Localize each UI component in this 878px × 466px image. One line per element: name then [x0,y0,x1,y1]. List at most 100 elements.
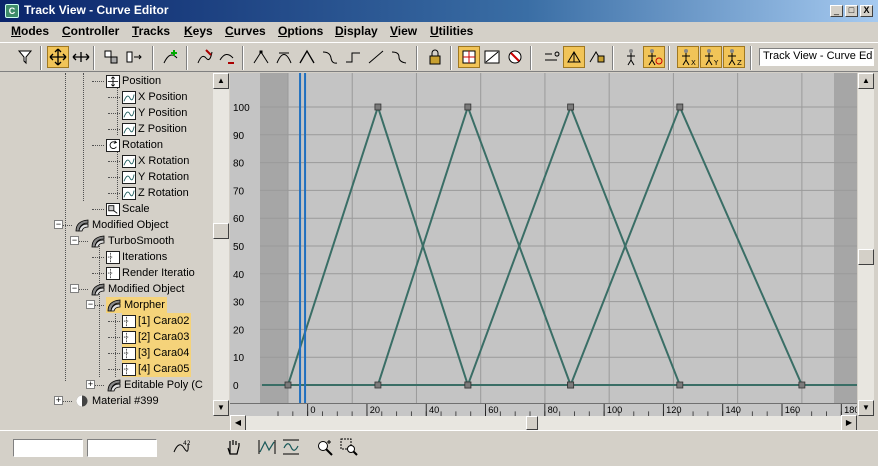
axis-z-icon[interactable]: Z [723,46,745,68]
tangent-step-icon[interactable] [342,46,364,68]
maximize-button[interactable]: □ [845,5,858,17]
axis-x-icon[interactable]: X [677,46,699,68]
curve-icon [122,90,136,104]
tree-item[interactable]: Material #399 [74,393,161,407]
pan-icon[interactable] [222,436,244,458]
menu-controller[interactable]: Controller [62,24,119,38]
y-tick-label: 30 [233,298,245,309]
curve-graph[interactable]: 0 10 20 30 40 50 60 70 80 90 100 [230,73,857,403]
menu-view[interactable]: View [390,24,417,38]
tree-item[interactable]: Scale [106,201,152,217]
tree-item[interactable]: X Position [122,89,190,105]
tree-scroll-thumb[interactable] [213,223,229,239]
scroll-right-icon[interactable]: ▶ [841,415,857,431]
zoom-icon[interactable] [314,436,336,458]
toolbar-separator [668,46,670,70]
tangent-linear-icon[interactable] [365,46,387,68]
zoom-value-extents-icon[interactable] [280,436,302,458]
tangent-slow-icon[interactable] [319,46,341,68]
menu-tracks[interactable]: Tracks [132,24,170,38]
view-name-field[interactable]: Track View - Curve Editor [759,48,874,66]
scale-keys-icon[interactable] [123,46,145,68]
menu-display[interactable]: Display [335,24,378,38]
scroll-left-icon[interactable]: ◀ [230,415,246,431]
scroll-up-icon[interactable]: ▲ [213,73,229,89]
ik-chain-icon[interactable] [620,46,642,68]
show-selected-key-stats-icon[interactable]: 42 [170,436,192,458]
collapse-icon[interactable]: − [86,300,95,309]
menu-curves[interactable]: Curves [225,24,266,38]
tree-item[interactable]: Modified Object [74,217,170,233]
tree-item[interactable]: [2] Cara03 [122,329,192,345]
curve-icon [122,106,136,120]
tree-item[interactable]: Y Rotation [122,169,191,185]
tree-item[interactable]: [3] Cara04 [122,345,192,361]
tree-item[interactable]: [4] Cara05 [122,361,192,377]
graph-scroll-thumb[interactable] [858,249,874,265]
graph-horizontal-scrollbar[interactable]: ◀ ▶ [230,415,857,431]
tree-item[interactable]: X Rotation [122,153,191,169]
key-time-field[interactable] [13,439,83,457]
tree-item[interactable]: TurboSmooth [90,233,176,249]
tangent-custom-icon[interactable] [273,46,295,68]
tangent-auto-icon[interactable] [250,46,272,68]
zoom-region-icon[interactable] [338,436,360,458]
tree-item[interactable]: [1] Cara02 [122,313,192,329]
expand-icon[interactable]: + [86,380,95,389]
menu-options[interactable]: Options [278,24,323,38]
tree-item[interactable]: Iterations [106,249,169,265]
tree-vertical-scrollbar[interactable]: ▲ ▼ [213,73,229,416]
tree-item[interactable]: Position [106,73,163,89]
app-icon[interactable]: C [5,4,19,18]
expand-icon[interactable]: + [54,396,63,405]
toolbar-separator [40,46,42,70]
lock-tangents-icon[interactable] [504,46,526,68]
menu-utilities[interactable]: Utilities [430,24,473,38]
toolbar-separator [93,46,95,70]
tree-item[interactable]: Y Position [122,105,189,121]
slide-keys-icon[interactable] [100,46,122,68]
controller-tree[interactable]: Position X Position Y Position Z Position Ro… [5,73,213,407]
collapse-icon[interactable]: − [70,284,79,293]
tree-item[interactable]: Rotation [106,137,165,153]
tree-item[interactable]: Render Iteratio [106,265,197,281]
close-button[interactable]: X [860,5,873,17]
scroll-down-icon[interactable]: ▼ [858,400,874,416]
tree-item[interactable]: Editable Poly (C [106,377,205,393]
draw-curves-icon[interactable] [194,46,216,68]
lock-selection-icon[interactable] [424,46,446,68]
show-all-tangents-icon[interactable] [563,46,585,68]
minimize-button[interactable]: _ [830,5,843,17]
reduce-keys-icon[interactable] [216,46,238,68]
move-keys-icon[interactable] [47,46,69,68]
tree-item[interactable]: Morpher [106,297,167,313]
tree-item[interactable]: Modified Object [90,281,186,297]
scroll-up-icon[interactable]: ▲ [858,73,874,89]
filter-icon[interactable] [15,46,37,68]
tangent-fast-icon[interactable] [296,46,318,68]
tangent-smooth-icon[interactable] [388,46,410,68]
show-keyable-icons-icon[interactable] [540,46,562,68]
ik-chain-select-icon[interactable] [643,46,665,68]
menu-keys[interactable]: Keys [184,24,213,38]
axis-y-icon[interactable]: Y [700,46,722,68]
parameter-out-of-range-icon[interactable] [481,46,503,68]
x-tick-label: 80 [548,405,558,415]
time-ruler[interactable]: 0 20 40 60 80 100 120 140 160 180 [230,403,857,416]
snap-frames-icon[interactable] [458,46,480,68]
graph-hscroll-thumb[interactable] [526,416,538,430]
tree-horizontal-scrollbar[interactable] [5,407,213,417]
zoom-horizontal-extents-icon[interactable] [256,436,278,458]
tree-item[interactable]: Z Position [122,121,189,137]
graph-vertical-scrollbar[interactable]: ▲ ▼ [858,73,874,416]
add-keys-icon[interactable] [160,46,182,68]
key-value-field[interactable] [87,439,157,457]
tree-item[interactable]: Z Rotation [122,185,191,201]
collapse-icon[interactable]: − [54,220,63,229]
move-keys-horizontal-icon[interactable] [70,46,92,68]
menu-modes[interactable]: Modes [11,24,49,38]
lock-tangents-2-icon[interactable] [586,46,608,68]
svg-text:X: X [691,59,696,66]
scroll-down-icon[interactable]: ▼ [213,400,229,416]
collapse-icon[interactable]: − [70,236,79,245]
